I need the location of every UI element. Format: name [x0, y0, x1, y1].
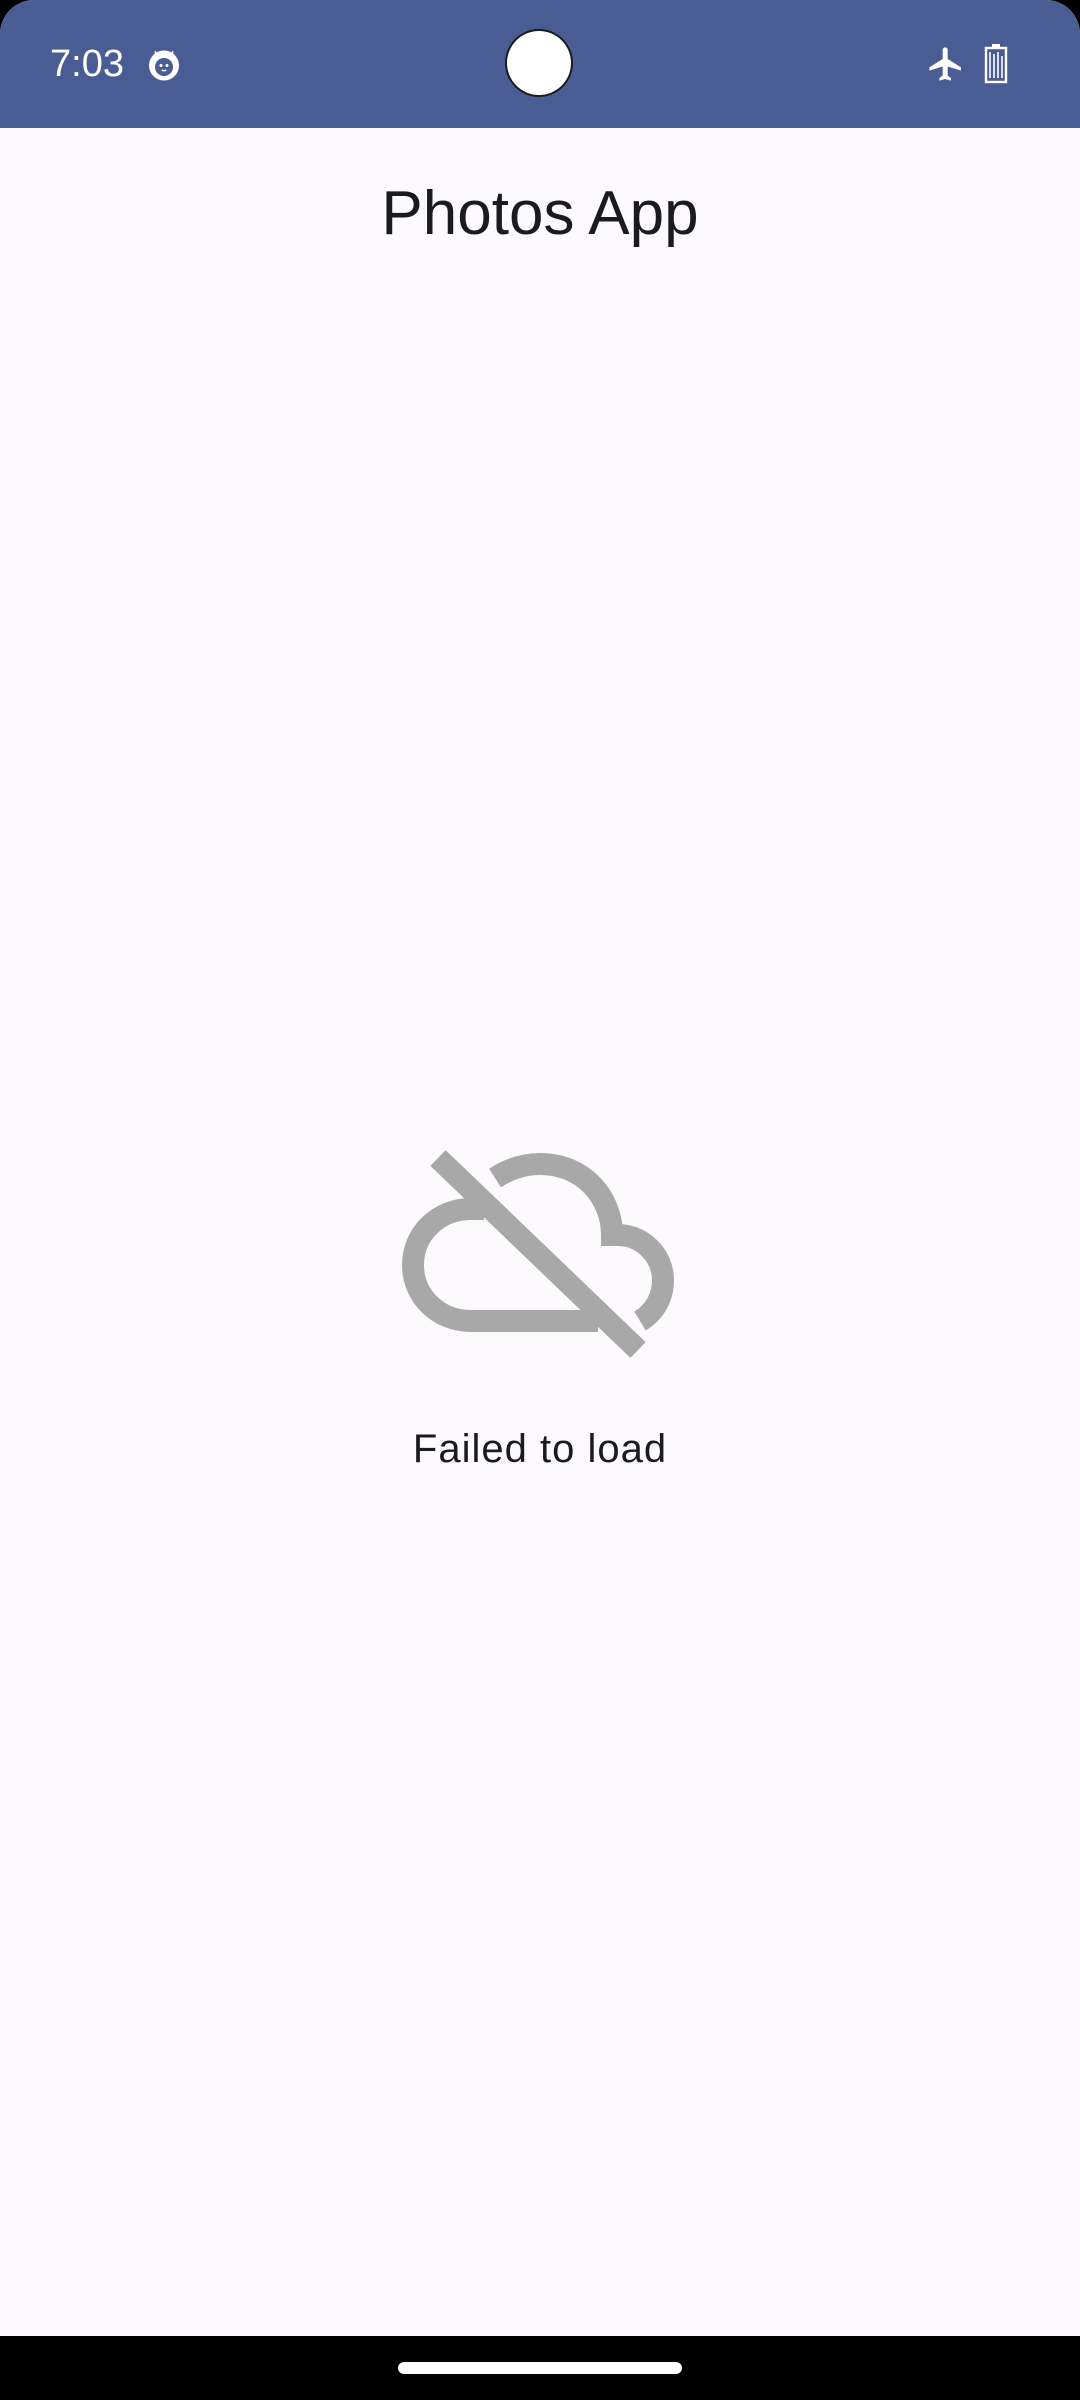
cloud-off-icon — [402, 1150, 675, 1358]
home-gesture-handle[interactable] — [398, 2362, 682, 2374]
camera-cutout — [507, 31, 571, 95]
cat-face-icon — [149, 50, 179, 81]
page-title: Photos App — [381, 179, 699, 248]
battery-icon — [984, 44, 1008, 84]
airplane-mode-icon — [929, 47, 961, 81]
status-bar: 7:03 — [0, 0, 1080, 128]
app-screen: 7:03 Photos App Failed to load — [0, 0, 1080, 2400]
error-message: Failed to load — [412, 1427, 668, 1471]
status-time: 7:03 — [50, 43, 124, 85]
